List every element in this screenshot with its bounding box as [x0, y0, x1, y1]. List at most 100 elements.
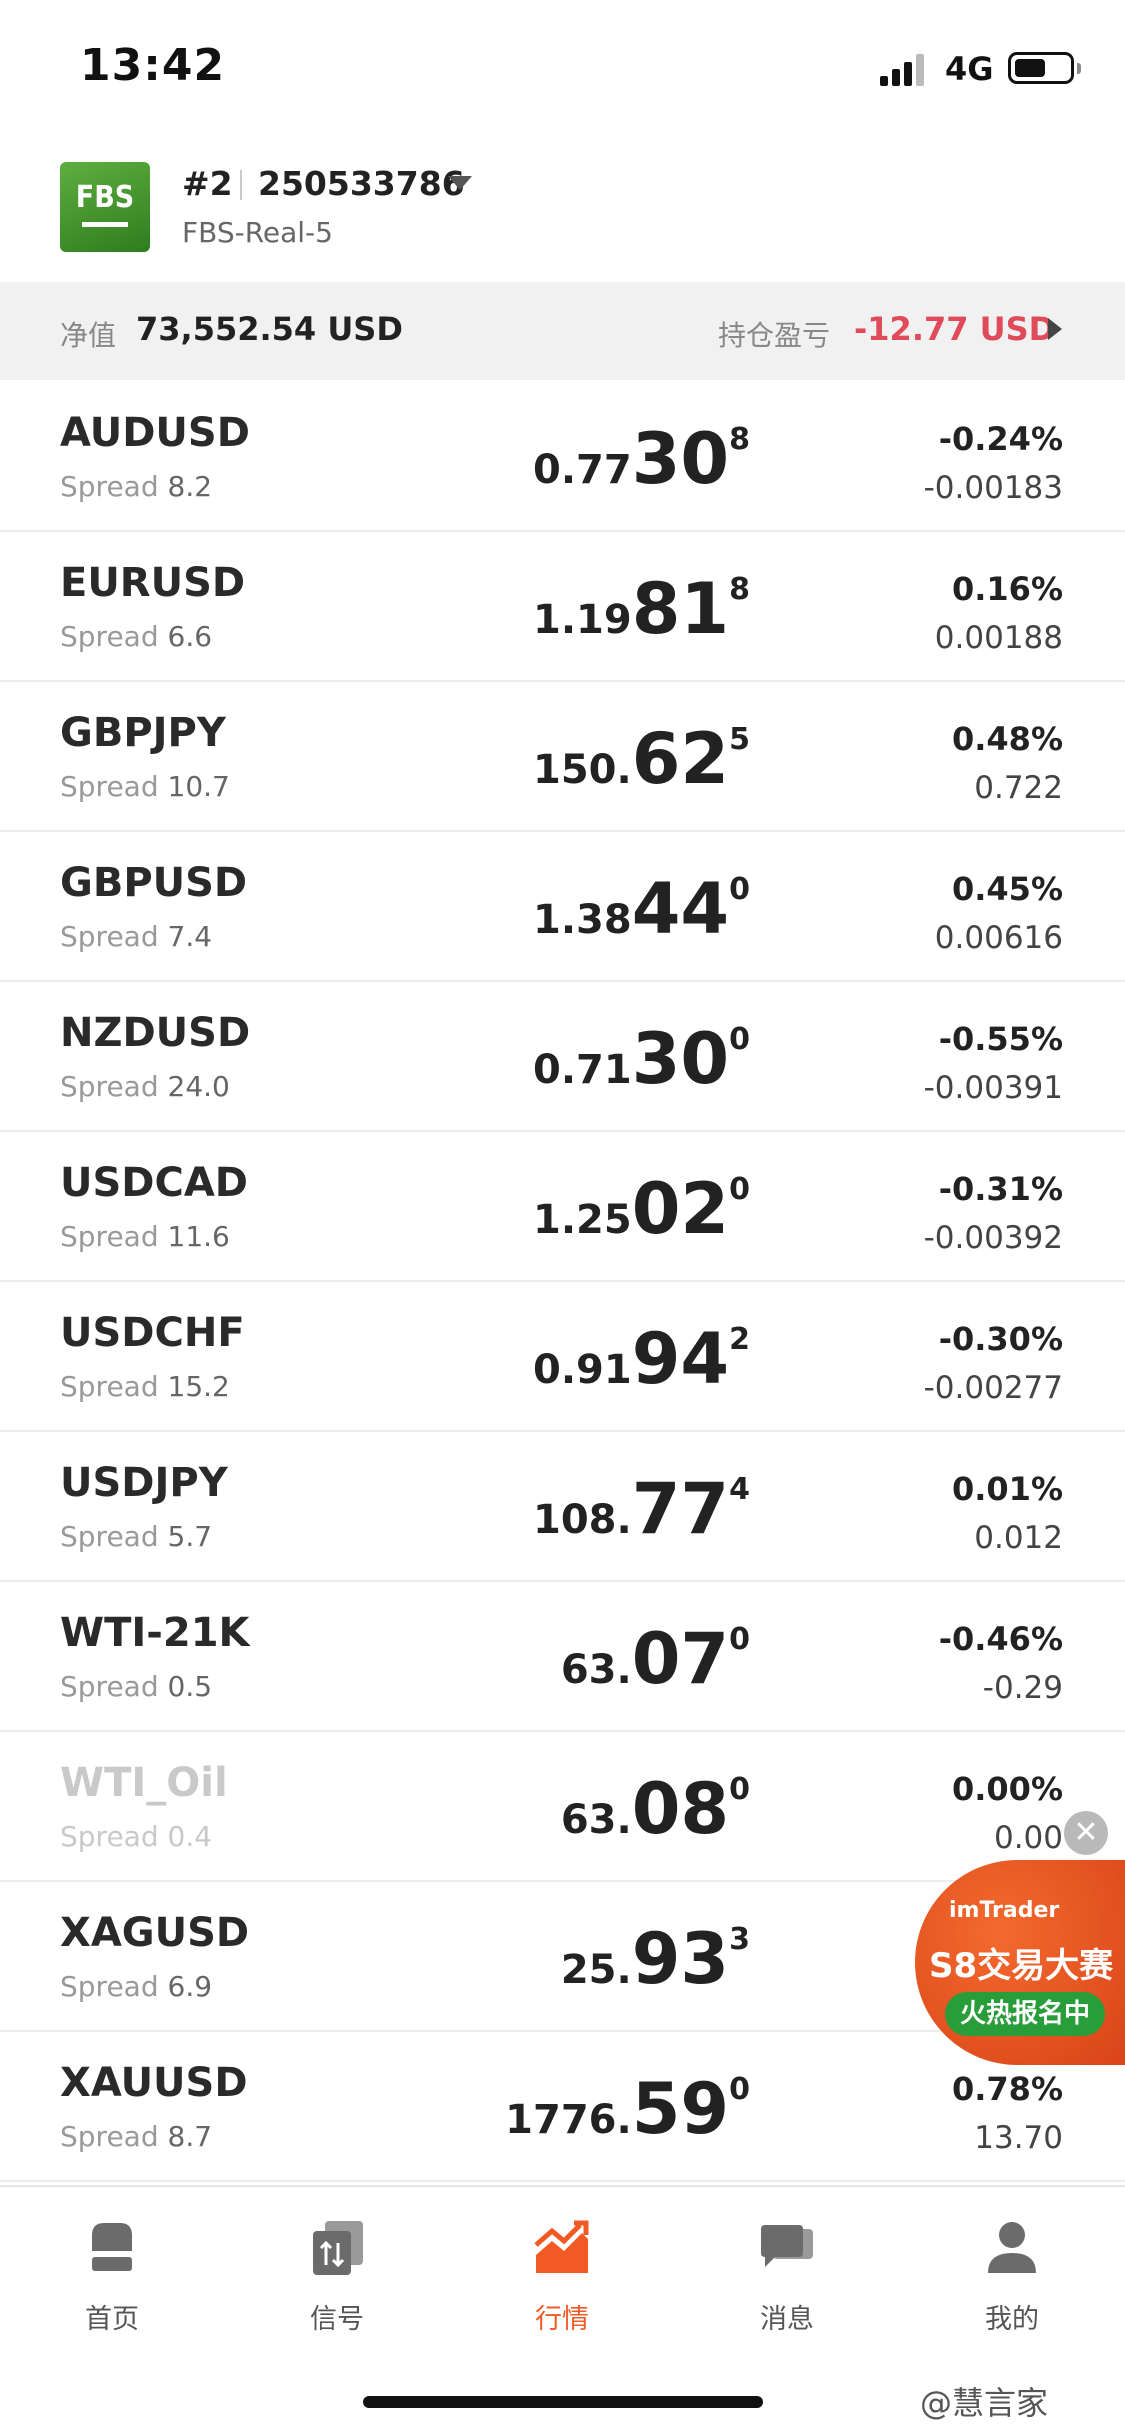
price: 25.933 — [561, 1918, 750, 2000]
close-icon[interactable]: ✕ — [1064, 1811, 1108, 1855]
symbol: XAGUSD — [60, 1910, 250, 1956]
price-big: 02 — [631, 1168, 730, 1250]
change-value: 0.00616 — [934, 920, 1063, 956]
tab-messages-label: 消息 — [760, 2304, 814, 2335]
quote-row[interactable]: NZDUSD Spread 24.0 0.71300 -0.55% -0.003… — [0, 982, 1125, 1132]
change-percent: -0.55% — [938, 1020, 1063, 1058]
pl-label: 持仓盈亏 — [718, 319, 831, 352]
price: 63.070 — [561, 1618, 750, 1700]
price-sup: 0 — [729, 1772, 750, 1807]
change-value: -0.00392 — [923, 1220, 1063, 1256]
price-big: 77 — [631, 1468, 730, 1550]
change-percent: 0.45% — [951, 870, 1063, 908]
symbol: XAUUSD — [60, 2060, 248, 2106]
spread: Spread 0.4 — [60, 1820, 212, 1853]
quote-row[interactable]: EURUSD Spread 6.6 1.19818 0.16% 0.00188 — [0, 532, 1125, 682]
spread-label: Spread — [60, 2120, 159, 2153]
spread-label: Spread — [60, 470, 159, 503]
symbol: USDJPY — [60, 1460, 228, 1506]
change-value: -0.29 — [982, 1670, 1063, 1706]
price: 1776.590 — [505, 2068, 750, 2150]
equity-label: 净值 — [60, 319, 117, 352]
quote-row[interactable]: USDCHF Spread 15.2 0.91942 -0.30% -0.002… — [0, 1282, 1125, 1432]
tab-home[interactable]: 首页 — [42, 2215, 182, 2336]
change-percent: 0.01% — [951, 1470, 1063, 1508]
price-big: 62 — [631, 718, 730, 800]
quote-row[interactable]: WTI-21K Spread 0.5 63.070 -0.46% -0.29 — [0, 1582, 1125, 1732]
symbol: USDCHF — [60, 1310, 245, 1356]
tab-market[interactable]: 行情 — [492, 2215, 632, 2336]
chevron-right-icon[interactable] — [1048, 318, 1062, 340]
price-big: 44 — [631, 868, 730, 950]
symbol: EURUSD — [60, 560, 246, 606]
tab-profile[interactable]: 我的 — [942, 2215, 1082, 2336]
price-big: 08 — [631, 1768, 730, 1850]
tab-market-label: 行情 — [535, 2304, 589, 2335]
price-small: 63. — [560, 1647, 632, 1693]
change-percent: 0.16% — [951, 570, 1063, 608]
status-time: 13:42 — [80, 40, 226, 91]
price-sup: 0 — [729, 872, 750, 907]
quote-row[interactable]: XAUUSD Spread 8.7 1776.590 0.78% 13.70 — [0, 2032, 1125, 2182]
tab-signal-label: 信号 — [310, 2304, 364, 2335]
price-sup: 3 — [729, 1922, 750, 1957]
spread-value: 24.0 — [167, 1070, 230, 1103]
account-header[interactable]: FBS #2 250533786 FBS-Real-5 — [0, 150, 1125, 280]
status-bar: 13:42 4G — [0, 0, 1125, 140]
chevron-down-icon[interactable] — [448, 176, 472, 190]
price-big: 30 — [631, 1018, 730, 1100]
spread-value: 6.6 — [167, 620, 213, 653]
price-big: 30 — [631, 418, 730, 500]
quote-row[interactable]: AUDUSD Spread 8.2 0.77308 -0.24% -0.0018… — [0, 382, 1125, 532]
price-big: 07 — [631, 1618, 730, 1700]
spread: Spread 15.2 — [60, 1370, 230, 1403]
spread-label: Spread — [60, 1820, 159, 1853]
network-type: 4G — [945, 50, 994, 88]
signal-icon — [313, 2221, 363, 2275]
ad-signup-button[interactable]: 火热报名中 — [945, 1992, 1105, 2036]
price-sup: 8 — [729, 572, 750, 607]
tab-messages[interactable]: 消息 — [717, 2215, 857, 2336]
quote-row[interactable]: GBPUSD Spread 7.4 1.38440 0.45% 0.00616 — [0, 832, 1125, 982]
spread: Spread 6.6 — [60, 620, 212, 653]
price-big: 81 — [631, 568, 730, 650]
tab-profile-label: 我的 — [985, 2304, 1039, 2335]
change-percent: 0.00% — [951, 1770, 1063, 1808]
symbol: NZDUSD — [60, 1010, 251, 1056]
change-value: 0.00 — [993, 1820, 1063, 1856]
price-sup: 0 — [729, 1172, 750, 1207]
spread-label: Spread — [60, 1070, 159, 1103]
change-value: -0.00391 — [923, 1070, 1063, 1106]
spread: Spread 24.0 — [60, 1070, 230, 1103]
spread: Spread 8.7 — [60, 2120, 212, 2153]
quote-row[interactable]: USDCAD Spread 11.6 1.25020 -0.31% -0.003… — [0, 1132, 1125, 1282]
message-icon — [761, 2225, 813, 2267]
promo-banner[interactable]: imTrader S8交易大赛 火热报名中 — [915, 1860, 1125, 2065]
price-sup: 2 — [729, 1322, 750, 1357]
watermark: @慧言家 — [920, 2384, 1049, 2422]
equity-value: 73,552.54 USD — [136, 310, 403, 348]
quote-row[interactable]: GBPJPY Spread 10.7 150.625 0.48% 0.722 — [0, 682, 1125, 832]
price: 1.25020 — [533, 1168, 750, 1250]
price-big: 93 — [631, 1918, 730, 2000]
equity-bar[interactable]: 净值 73,552.54 USD 持仓盈亏 -12.77 USD — [0, 282, 1125, 380]
change-percent: 0.48% — [951, 720, 1063, 758]
spread-label: Spread — [60, 1970, 159, 2003]
spread: Spread 7.4 — [60, 920, 212, 953]
home-indicator[interactable] — [363, 2396, 763, 2408]
quote-row[interactable]: USDJPY Spread 5.7 108.774 0.01% 0.012 — [0, 1432, 1125, 1582]
tab-signal[interactable]: 信号 — [267, 2215, 407, 2336]
spread-value: 0.5 — [167, 1670, 213, 1703]
price-small: 108. — [533, 1497, 632, 1543]
price-sup: 4 — [729, 1472, 750, 1507]
change-value: 0.00188 — [934, 620, 1063, 656]
spread-value: 5.7 — [167, 1520, 213, 1553]
quote-row[interactable]: WTI_Oil Spread 0.4 63.080 0.00% 0.00 — [0, 1732, 1125, 1882]
change-value: -0.00183 — [923, 470, 1063, 506]
divider — [240, 170, 242, 200]
change-percent: -0.31% — [938, 1170, 1063, 1208]
spread-label: Spread — [60, 1670, 159, 1703]
spread: Spread 11.6 — [60, 1220, 230, 1253]
account-id: 250533786 — [258, 164, 465, 203]
spread-label: Spread — [60, 770, 159, 803]
